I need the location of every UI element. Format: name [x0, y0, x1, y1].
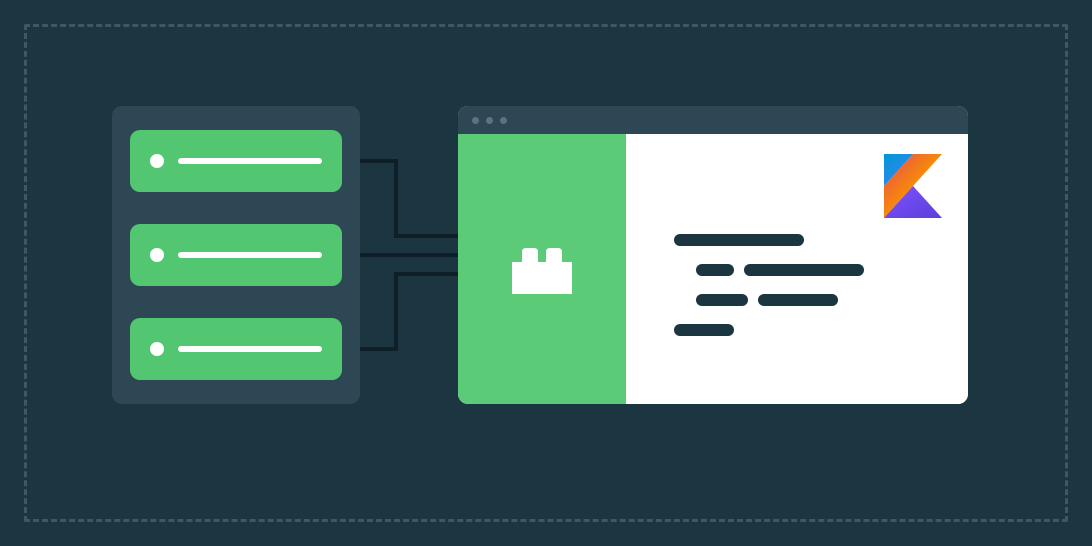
server-label-line — [178, 252, 322, 258]
code-segment — [696, 264, 734, 276]
code-row — [674, 264, 968, 276]
connector-lines — [358, 106, 462, 404]
server-panel — [112, 106, 360, 404]
window-titlebar — [458, 106, 968, 134]
window-body — [458, 134, 968, 404]
window-sidebar — [458, 134, 626, 404]
server-label-line — [178, 346, 322, 352]
kotlin-logo-icon — [884, 154, 942, 218]
code-segment — [696, 294, 748, 306]
server-label-line — [178, 158, 322, 164]
code-segment — [674, 234, 804, 246]
code-segment — [744, 264, 864, 276]
status-dot-icon — [150, 342, 164, 356]
code-segment — [758, 294, 838, 306]
window-control-dot-icon — [500, 117, 507, 124]
status-dot-icon — [150, 248, 164, 262]
status-dot-icon — [150, 154, 164, 168]
code-lines — [674, 234, 968, 336]
server-item-3 — [130, 318, 342, 380]
window-control-dot-icon — [486, 117, 493, 124]
code-row — [674, 234, 968, 246]
window-control-dot-icon — [472, 117, 479, 124]
app-window — [458, 106, 968, 404]
code-segment — [674, 324, 734, 336]
server-item-1 — [130, 130, 342, 192]
code-row — [674, 324, 968, 336]
server-item-2 — [130, 224, 342, 286]
diagram-container — [0, 0, 1092, 546]
code-content-area — [626, 134, 968, 404]
code-row — [674, 294, 968, 306]
plugin-block-icon — [512, 244, 572, 294]
